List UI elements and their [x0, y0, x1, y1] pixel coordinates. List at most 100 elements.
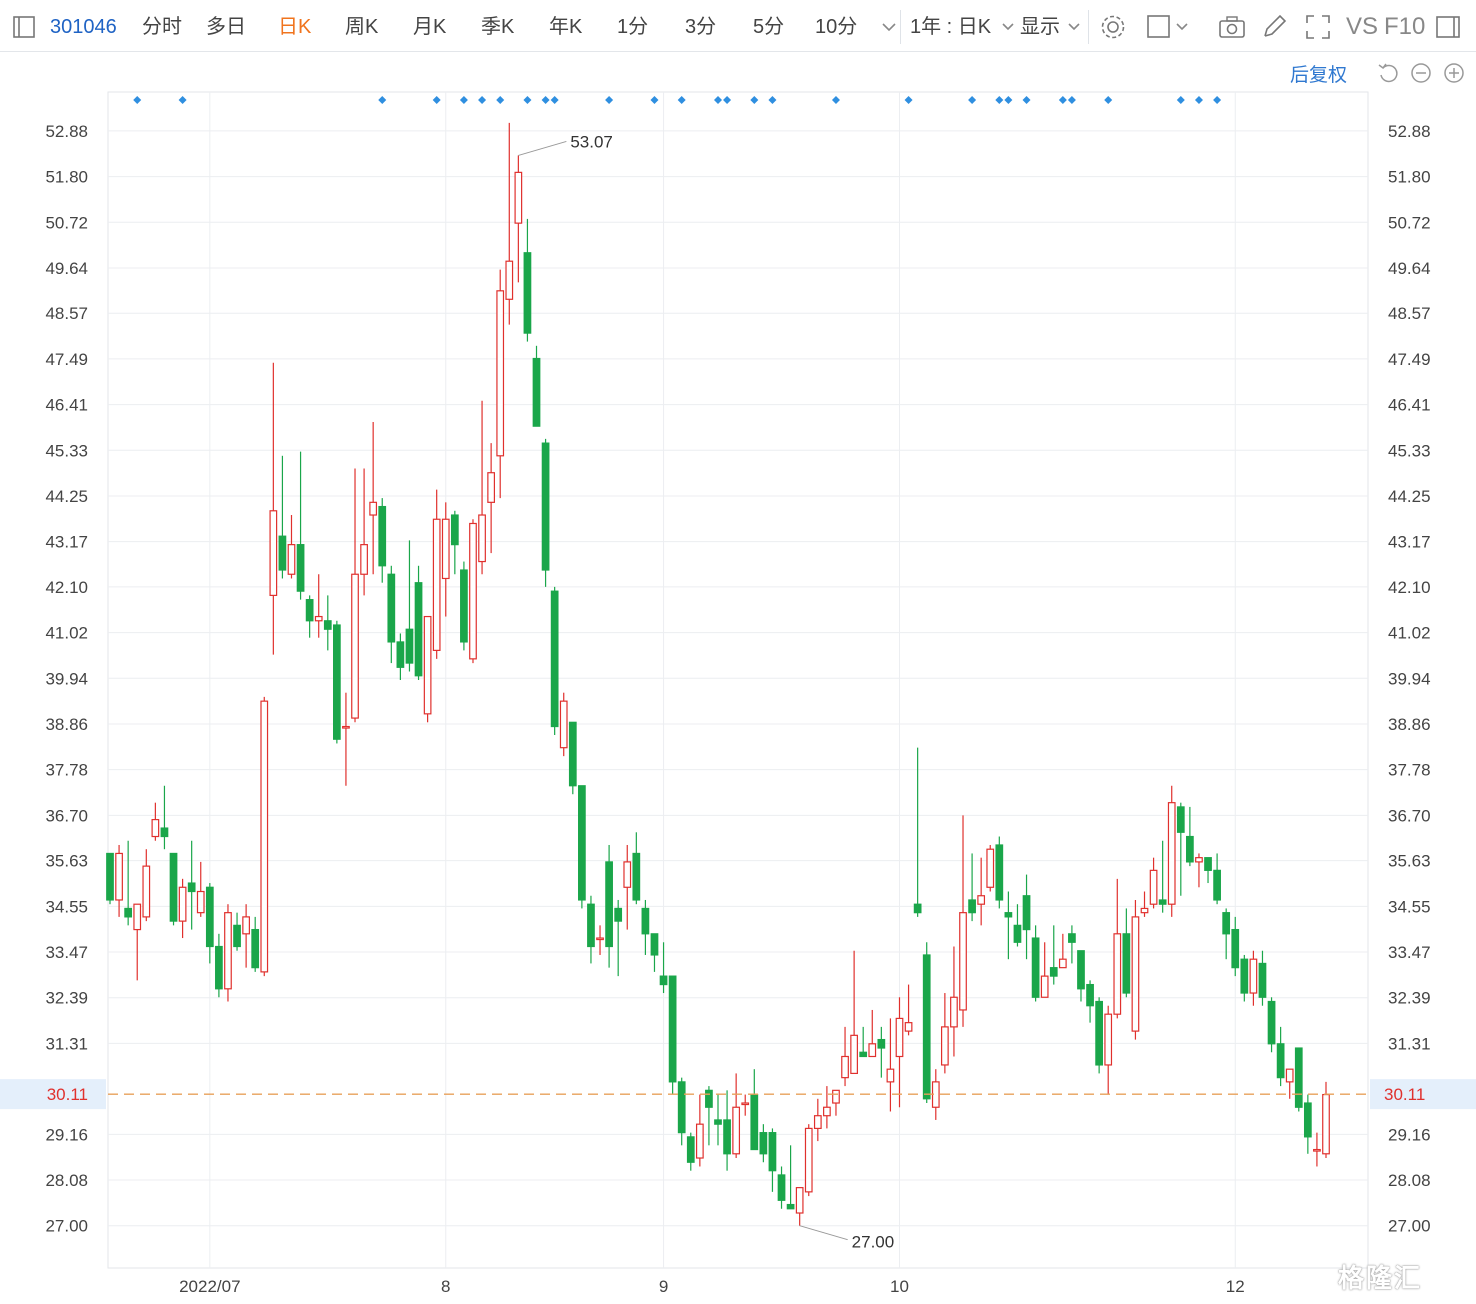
candle-body-up: [1149, 869, 1158, 905]
candle-body-up: [496, 290, 505, 457]
candle-body-down: [233, 924, 241, 948]
tab-10min[interactable]: 10分: [815, 12, 857, 42]
candle-body-down: [632, 852, 641, 901]
candle-body-down: [296, 544, 305, 592]
tab-zhouk[interactable]: 周K: [345, 12, 378, 42]
y-tick-label-left: 36.70: [45, 806, 88, 825]
y-tick-label-right: 46.41: [1388, 396, 1431, 415]
gear-icon[interactable]: [1098, 12, 1128, 42]
candle-body-up: [1131, 916, 1140, 1032]
candle-body-down: [1176, 806, 1185, 833]
candle-body-down: [1031, 937, 1040, 998]
candle-body-up: [559, 700, 568, 749]
candle-body-up: [850, 1034, 858, 1075]
watermark-text: 格隆汇: [1338, 1263, 1423, 1293]
candle-body-down: [668, 975, 677, 1083]
toolbar-divider: [900, 10, 901, 44]
candle-body-up: [369, 501, 378, 516]
candle-body-up: [904, 1022, 913, 1032]
candle-body-up: [469, 522, 477, 660]
tab-1min[interactable]: 1分: [617, 12, 648, 42]
candle-body-down: [641, 907, 650, 935]
y-tick-label-right: 50.72: [1388, 213, 1431, 232]
candle-body-up: [623, 861, 632, 888]
candle-body-down: [650, 933, 659, 956]
candle-body-down: [1095, 1000, 1104, 1066]
panel-toggle-icon[interactable]: [1434, 12, 1464, 42]
candle-body-up: [514, 171, 523, 224]
candle-body-up: [351, 573, 359, 719]
stock-code[interactable]: 301046: [50, 12, 117, 42]
range-selector[interactable]: 1年 : 日K: [910, 12, 991, 42]
y-tick-label-right: 49.64: [1388, 259, 1431, 278]
candle-body-up: [1058, 958, 1067, 969]
fullscreen-icon[interactable]: [1303, 12, 1333, 42]
x-tick-label: 9: [659, 1277, 668, 1296]
tab-fenshi[interactable]: 分时: [142, 12, 182, 42]
tab-niank[interactable]: 年K: [549, 12, 582, 42]
candle-body-up: [1104, 1013, 1113, 1066]
candle-body-down: [786, 1203, 795, 1210]
candle-body-down: [1240, 958, 1249, 994]
y-tick-label-left: 46.41: [45, 396, 88, 415]
watermark-logo: 格隆汇: [1338, 1258, 1422, 1298]
candle-body-down: [1303, 1102, 1312, 1138]
x-tick-label: 2022/07: [179, 1277, 240, 1296]
candle-body-down: [1222, 912, 1231, 935]
candle-body-down: [1213, 869, 1221, 901]
tab-jik[interactable]: 季K: [481, 12, 514, 42]
y-tick-label-left: 43.17: [45, 533, 88, 552]
tab-yuek[interactable]: 月K: [413, 12, 446, 42]
candle-body-down: [405, 628, 414, 664]
candle-body-down: [587, 903, 595, 948]
max-price-label: 53.07: [570, 132, 613, 151]
y-tick-label-left: 41.02: [45, 624, 88, 643]
candle-body-down: [913, 903, 922, 914]
tab-rik[interactable]: 日K: [278, 12, 311, 42]
candle-body-down: [677, 1081, 686, 1134]
candle-body-down: [1186, 835, 1194, 863]
candle-body-up: [260, 700, 269, 973]
candle-body-down: [387, 573, 396, 643]
y-tick-label-right: 51.80: [1388, 168, 1431, 187]
vs-button[interactable]: VS: [1346, 12, 1378, 42]
candle-body-up: [1322, 1093, 1330, 1155]
candle-body-up: [1040, 975, 1049, 998]
current-price-label-right: 30.11: [1384, 1085, 1425, 1104]
min-price-label: 27.00: [852, 1233, 895, 1252]
candle-body-down: [686, 1136, 695, 1163]
camera-icon[interactable]: [1217, 12, 1247, 42]
candle-body-down: [1267, 1000, 1276, 1045]
candle-body-down: [659, 975, 668, 986]
candle-body-down: [568, 721, 577, 787]
candle-body-down: [550, 590, 559, 728]
y-tick-label-right: 37.78: [1388, 761, 1431, 780]
y-tick-label-right: 43.17: [1388, 533, 1431, 552]
candle-body-up: [441, 518, 450, 580]
candle-body-down: [305, 599, 314, 622]
candle-body-up: [196, 890, 205, 914]
tab-3min[interactable]: 3分: [685, 12, 716, 42]
candle-body-down: [378, 505, 387, 567]
y-tick-label-left: 42.10: [45, 578, 88, 597]
square-tool-chevron-icon[interactable]: [1170, 12, 1200, 42]
display-menu[interactable]: 显示: [1020, 12, 1060, 42]
tab-duori[interactable]: 多日: [206, 12, 246, 42]
sidebar-toggle-icon[interactable]: [10, 12, 40, 42]
toolbar-divider: [1088, 10, 1089, 44]
candle-body-down: [251, 928, 260, 969]
kline-chart[interactable]: 52.88 51.80 50.72 49.64 48.57 47.49 46.41 45.33…: [0, 52, 1476, 1304]
candle-body-down: [859, 1051, 868, 1058]
y-tick-label-right: 29.16: [1388, 1125, 1431, 1144]
candle-body-up: [287, 544, 296, 575]
f10-button[interactable]: F10: [1384, 12, 1425, 42]
candle-body-down: [750, 1093, 759, 1151]
pencil-icon[interactable]: [1259, 12, 1289, 42]
candle-body-down: [450, 514, 459, 546]
candle-body-up: [596, 937, 604, 941]
tab-5min[interactable]: 5分: [753, 12, 784, 42]
y-tick-label-right: 39.94: [1388, 669, 1431, 688]
candle-body-down: [205, 886, 214, 948]
candle-body-down: [1013, 924, 1022, 943]
candle-body-down: [1022, 895, 1031, 931]
